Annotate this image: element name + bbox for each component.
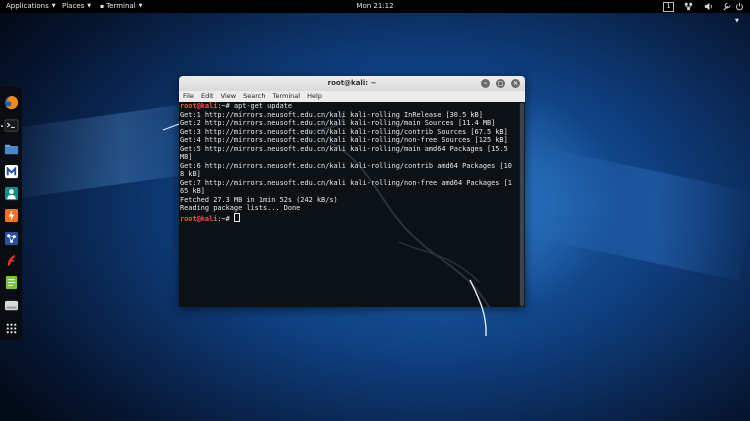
wallpaper-dragon <box>162 123 487 337</box>
